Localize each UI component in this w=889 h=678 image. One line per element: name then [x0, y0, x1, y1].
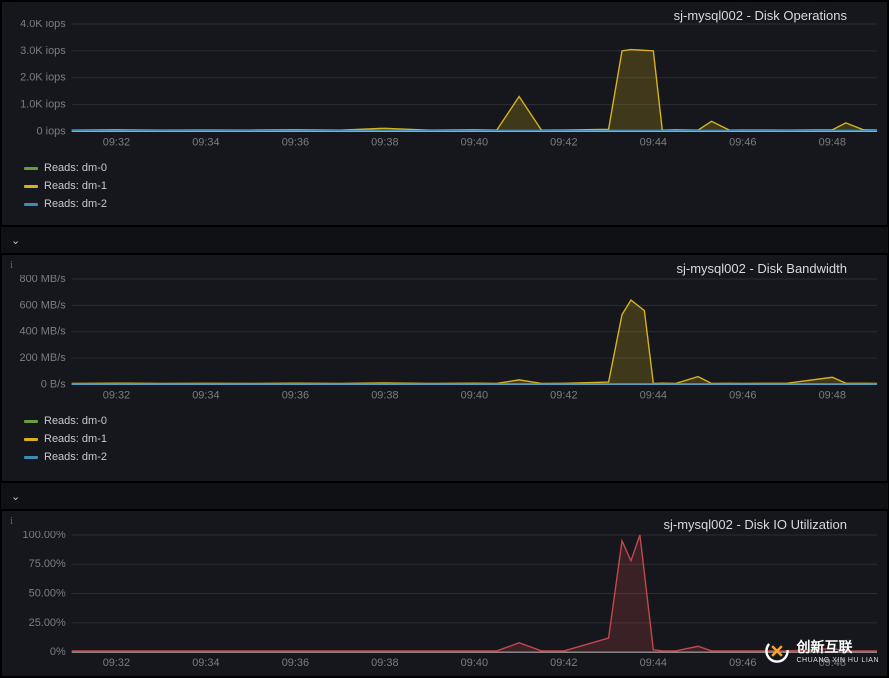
svg-text:400 MB/s: 400 MB/s	[20, 326, 67, 338]
legend-label: Reads: dm-1	[44, 433, 107, 445]
svg-text:09:32: 09:32	[103, 136, 130, 148]
svg-text:09:34: 09:34	[192, 136, 219, 148]
dashboard: sj-mysql002 - Disk Operations 0 iops1.0K…	[0, 0, 889, 678]
legend-item[interactable]: Reads: dm-0	[24, 415, 107, 427]
legend-item[interactable]: Reads: dm-2	[24, 451, 107, 463]
chart-disk-ops[interactable]: 0 iops 1.0K iops 2.0K iops 3.0K iops 4.0K io…	[2, 20, 887, 150]
svg-text:09:46: 09:46	[729, 657, 756, 669]
svg-text:800 MB/s: 800 MB/s	[20, 275, 67, 285]
panel-disk-bw[interactable]: i sj-mysql002 - Disk Bandwidth 0 B/s 200 …	[1, 254, 888, 482]
svg-text:3.0K iops: 3.0K iops	[20, 45, 66, 57]
legend-swatch	[24, 456, 38, 459]
chevron-down-icon: ⌄	[11, 234, 20, 247]
chevron-down-icon: ⌄	[11, 490, 20, 503]
row-toggle-1[interactable]: ⌄	[1, 226, 888, 254]
panel-disk-io-util[interactable]: i sj-mysql002 - Disk IO Utilization 0% 25…	[1, 510, 888, 677]
row-toggle-2[interactable]: ⌄	[1, 482, 888, 510]
legend-label: Reads: dm-0	[44, 162, 107, 174]
svg-text:200 MB/s: 200 MB/s	[20, 352, 67, 364]
svg-text:09:36: 09:36	[282, 389, 309, 401]
svg-text:600 MB/s: 600 MB/s	[20, 299, 67, 311]
legend-item[interactable]: Reads: dm-1	[24, 180, 107, 192]
legend-disk-ops: Reads: dm-0 Reads: dm-1 Reads: dm-2	[24, 162, 107, 210]
svg-text:50.00%: 50.00%	[29, 588, 66, 600]
chart-disk-io-util[interactable]: 0% 25.00% 50.00% 75.00% 100.00% 09:32 09:34 09:…	[2, 531, 887, 670]
legend-item[interactable]: Reads: dm-0	[24, 162, 107, 174]
svg-text:09:36: 09:36	[282, 136, 309, 148]
legend-swatch	[24, 185, 38, 188]
svg-text:4.0K iops: 4.0K iops	[20, 20, 66, 30]
svg-text:09:32: 09:32	[103, 389, 130, 401]
svg-text:0 B/s: 0 B/s	[41, 378, 66, 390]
svg-text:09:40: 09:40	[461, 389, 488, 401]
svg-text:09:32: 09:32	[103, 657, 130, 669]
svg-text:0 iops: 0 iops	[37, 125, 67, 137]
svg-text:09:36: 09:36	[282, 657, 309, 669]
svg-text:09:34: 09:34	[192, 389, 219, 401]
legend-label: Reads: dm-0	[44, 415, 107, 427]
svg-text:09:42: 09:42	[550, 389, 577, 401]
svg-text:100.00%: 100.00%	[23, 531, 66, 541]
svg-text:09:44: 09:44	[640, 389, 667, 401]
svg-text:09:42: 09:42	[550, 136, 577, 148]
legend-swatch	[24, 438, 38, 441]
svg-text:0%: 0%	[50, 646, 66, 658]
svg-text:09:38: 09:38	[371, 136, 398, 148]
legend-swatch	[24, 203, 38, 206]
svg-text:09:44: 09:44	[640, 136, 667, 148]
svg-text:09:48: 09:48	[819, 657, 846, 669]
legend-swatch	[24, 420, 38, 423]
svg-text:09:46: 09:46	[729, 389, 756, 401]
svg-text:09:38: 09:38	[371, 657, 398, 669]
svg-text:25.00%: 25.00%	[29, 617, 66, 629]
panel-disk-ops[interactable]: sj-mysql002 - Disk Operations 0 iops1.0K…	[1, 1, 888, 226]
svg-text:09:42: 09:42	[550, 657, 577, 669]
legend-label: Reads: dm-1	[44, 180, 107, 192]
chart-disk-bw[interactable]: 0 B/s 200 MB/s 400 MB/s 600 MB/s 800 MB/s 09:…	[2, 275, 887, 403]
svg-text:09:34: 09:34	[192, 657, 219, 669]
svg-text:09:44: 09:44	[640, 657, 667, 669]
info-icon[interactable]: i	[10, 259, 13, 271]
legend-disk-bw: Reads: dm-0 Reads: dm-1 Reads: dm-2	[24, 415, 107, 463]
svg-text:09:40: 09:40	[461, 136, 488, 148]
svg-text:09:46: 09:46	[729, 136, 756, 148]
svg-text:2.0K iops: 2.0K iops	[20, 72, 66, 84]
svg-text:75.00%: 75.00%	[29, 558, 66, 570]
svg-text:09:48: 09:48	[819, 389, 846, 401]
panel-title: sj-mysql002 - Disk IO Utilization	[664, 517, 848, 532]
svg-text:09:40: 09:40	[461, 657, 488, 669]
svg-text:09:38: 09:38	[371, 389, 398, 401]
legend-label: Reads: dm-2	[44, 451, 107, 463]
legend-item[interactable]: Reads: dm-2	[24, 198, 107, 210]
info-icon[interactable]: i	[10, 515, 13, 527]
svg-text:09:48: 09:48	[819, 136, 846, 148]
svg-text:1.0K iops: 1.0K iops	[20, 99, 66, 111]
legend-swatch	[24, 167, 38, 170]
panel-title: sj-mysql002 - Disk Bandwidth	[676, 261, 847, 276]
legend-item[interactable]: Reads: dm-1	[24, 433, 107, 445]
legend-label: Reads: dm-2	[44, 198, 107, 210]
